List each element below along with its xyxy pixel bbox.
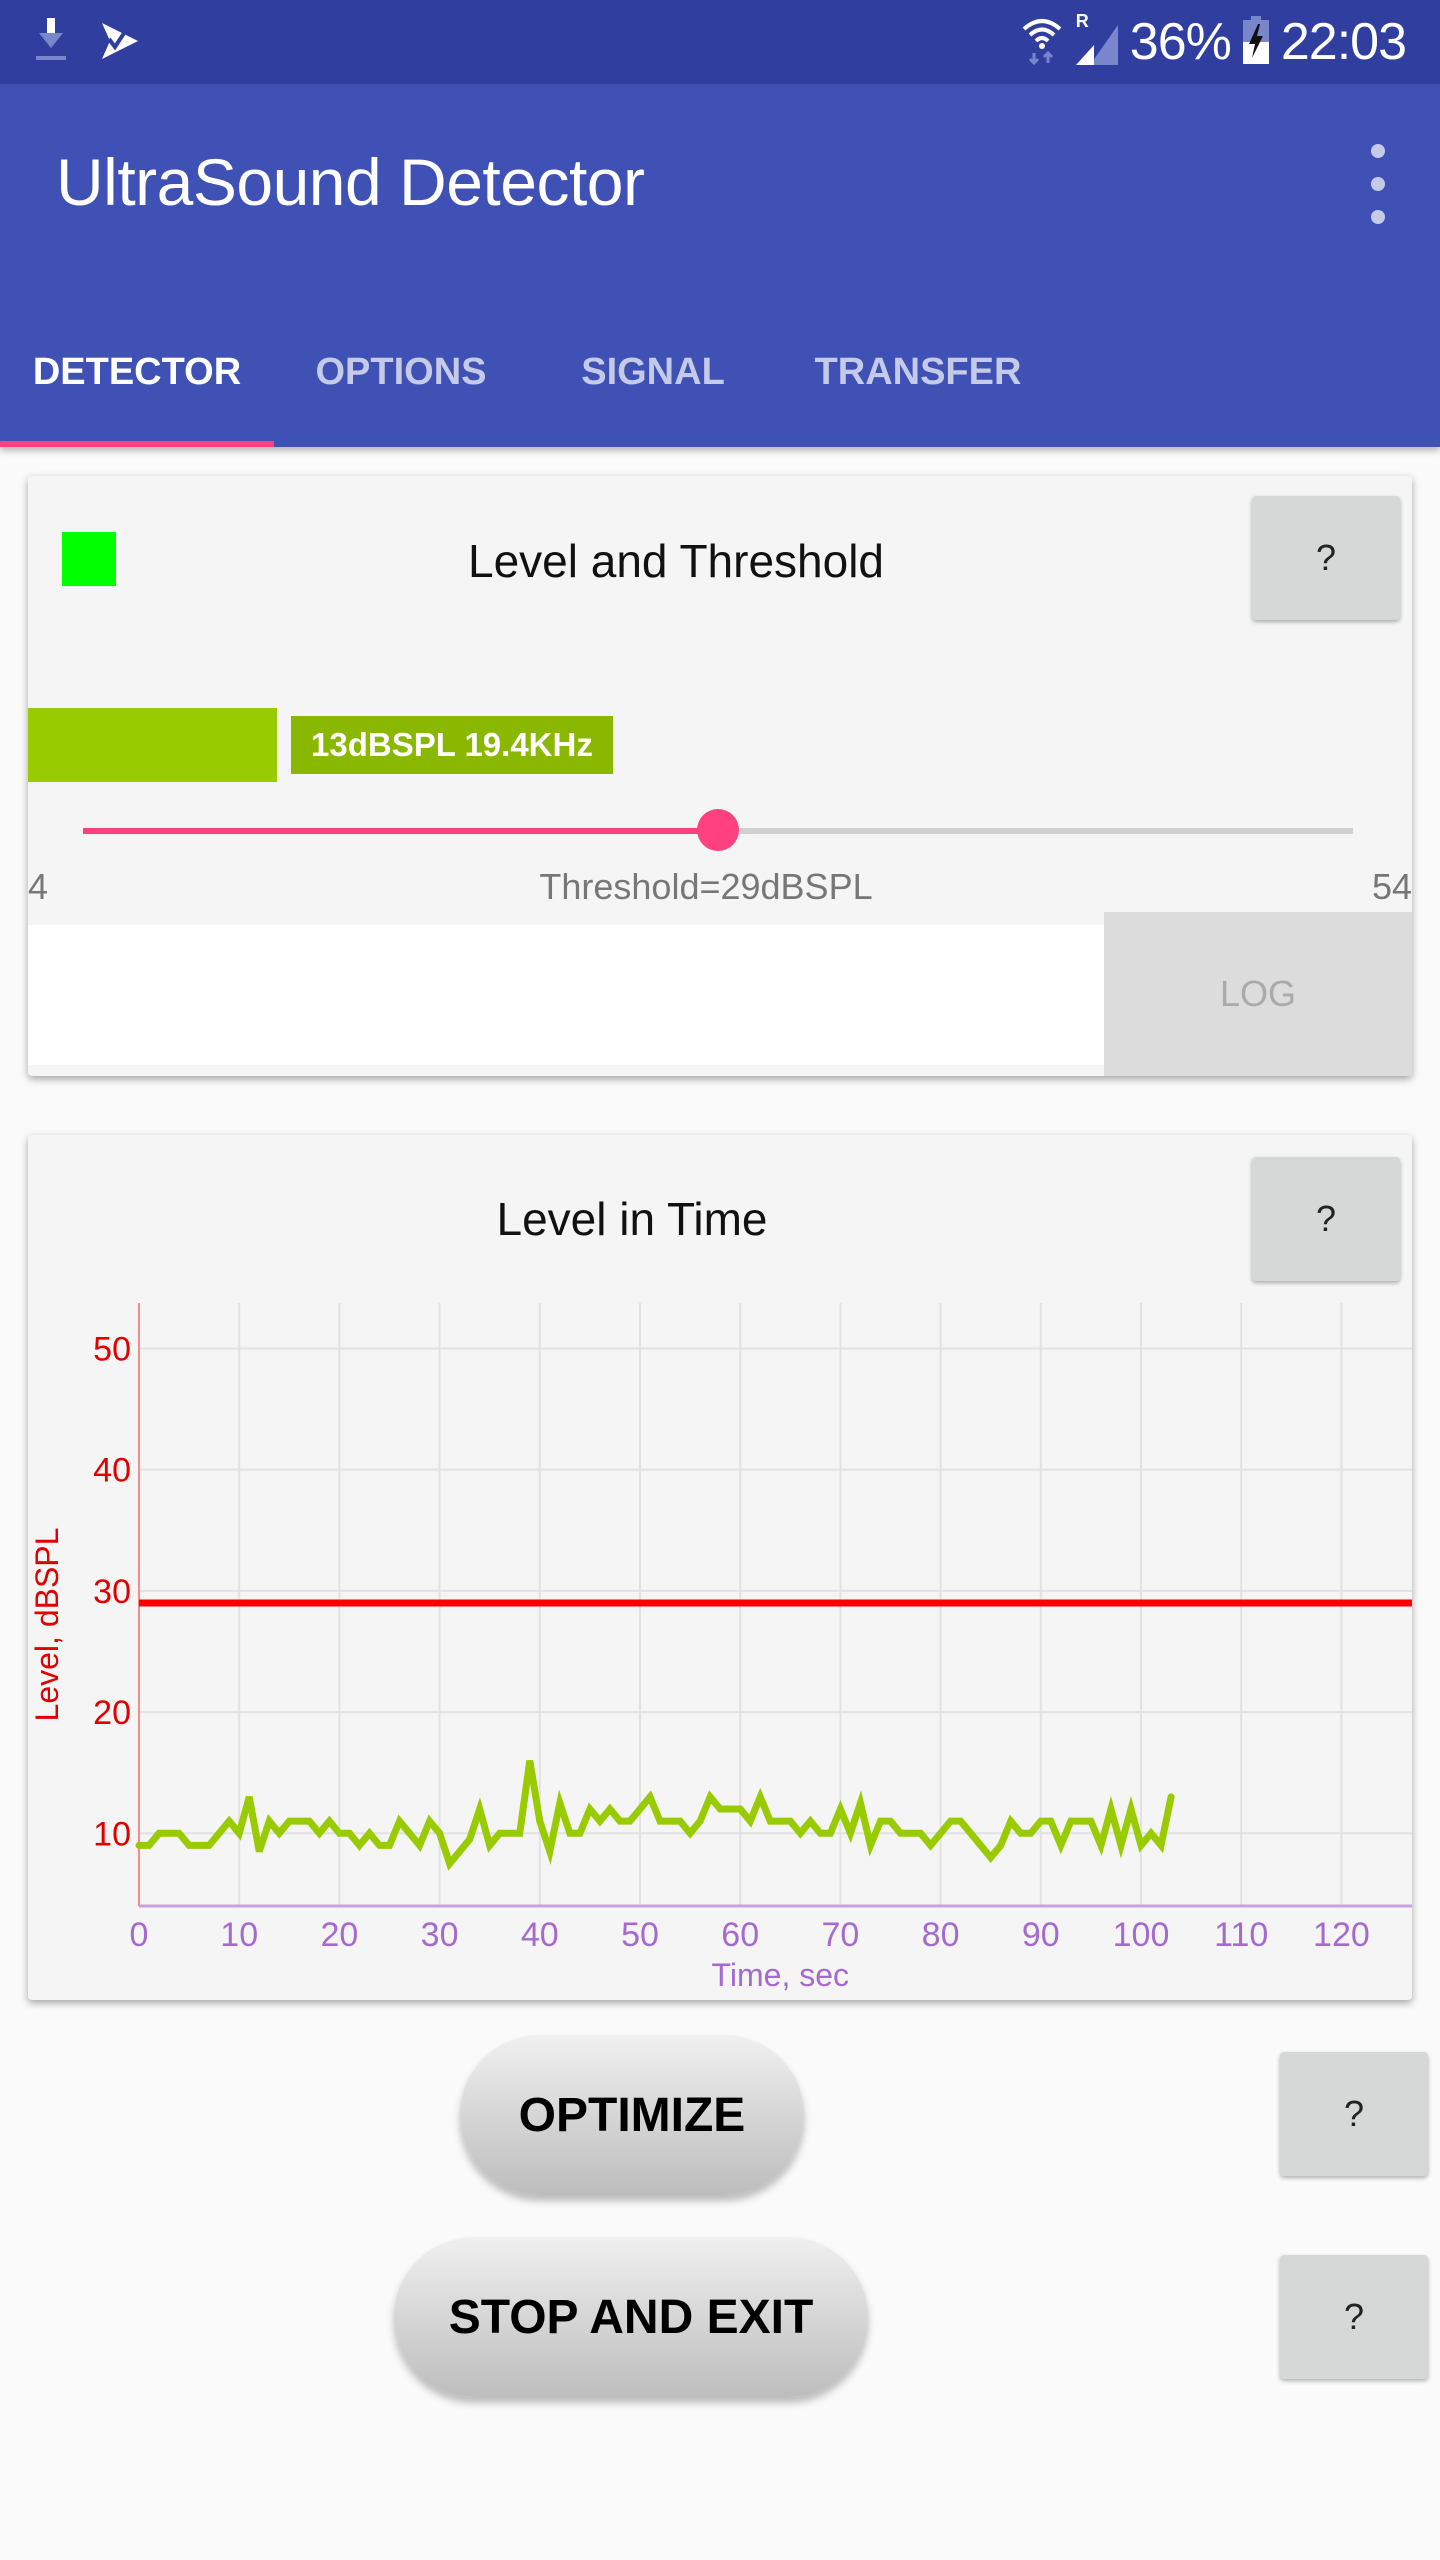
slider-max-label: 54 [1371,866,1412,907]
x-tick-label: 20 [320,1916,358,1954]
log-button[interactable]: LOG [1104,912,1412,1076]
tab-options[interactable]: OPTIONS [274,297,528,447]
x-tick-label: 50 [621,1916,659,1954]
tab-bar: DETECTOR OPTIONS SIGNAL TRANSFER [0,297,1440,447]
level-threshold-card: Level and Threshold ? 13dBSPL 19.4KHz 4 … [28,476,1412,1076]
log-output [28,925,1104,1065]
level-bar [28,708,277,782]
slider-thumb[interactable] [697,809,739,851]
y-tick-label: 40 [93,1452,131,1490]
y-tick-label: 50 [93,1330,131,1368]
menu-dot [1371,177,1385,191]
help-button[interactable]: ? [1252,496,1400,620]
wifi-icon [1022,15,1062,70]
x-tick-label: 110 [1214,1916,1268,1954]
battery-charging-icon [1242,15,1269,69]
x-tick-label: 90 [1022,1916,1060,1954]
y-tick-label: 30 [93,1573,131,1611]
level-in-time-card: Level in Time ? 10 20 30 40 50 0 10 20 30 40 50 60 7… [28,1135,1412,2000]
stop-and-exit-button[interactable]: STOP AND EXIT [394,2237,868,2397]
app-title: UltraSound Detector [56,145,645,219]
threshold-label: Threshold=29dBSPL [539,866,873,907]
x-tick-label: 60 [721,1916,759,1954]
x-tick-label: 120 [1313,1916,1370,1954]
x-axis-title: Time, sec [712,1957,850,1993]
clock: 22:03 [1280,13,1407,71]
stop-help-button[interactable]: ? [1280,2255,1428,2379]
app-bar: UltraSound Detector DETECTOR OPTIONS SIG… [0,84,1440,447]
signal-roaming-icon: R [1074,11,1118,67]
play-store-check-icon [100,21,140,66]
menu-dot [1371,144,1385,158]
tab-signal[interactable]: SIGNAL [528,297,778,447]
x-tick-label: 70 [821,1916,859,1954]
level-series-line [135,1759,1175,1871]
card-title: Level and Threshold [468,535,884,587]
battery-percent: 36% [1129,13,1232,71]
status-bar: R 36% 22:03 [0,0,1440,84]
x-tick-label: 80 [922,1916,960,1954]
download-icon [36,18,66,69]
x-tick-label: 40 [521,1916,559,1954]
level-readout: 13dBSPL 19.4KHz [291,716,613,774]
y-axis-title: Level, dBSPL [29,1528,65,1722]
y-tick-label: 20 [93,1694,131,1732]
x-tick-label: 10 [220,1916,258,1954]
y-tick-label: 10 [93,1815,131,1853]
tab-indicator [0,441,274,447]
x-tick-label: 0 [130,1916,149,1954]
level-chart: 10 20 30 40 50 0 10 20 30 40 50 60 70 80 90 100 110 120 Ti… [29,1303,1412,1993]
slider-fill [83,828,718,834]
tab-detector[interactable]: DETECTOR [0,297,274,447]
optimize-help-button[interactable]: ? [1280,2052,1428,2176]
more-vert-icon[interactable] [1356,144,1400,224]
optimize-button[interactable]: OPTIMIZE [460,2035,804,2195]
x-tick-label: 100 [1113,1916,1170,1954]
x-tick-label: 30 [421,1916,459,1954]
menu-dot [1371,210,1385,224]
threshold-slider[interactable] [83,806,1353,856]
tab-transfer[interactable]: TRANSFER [778,297,1058,447]
